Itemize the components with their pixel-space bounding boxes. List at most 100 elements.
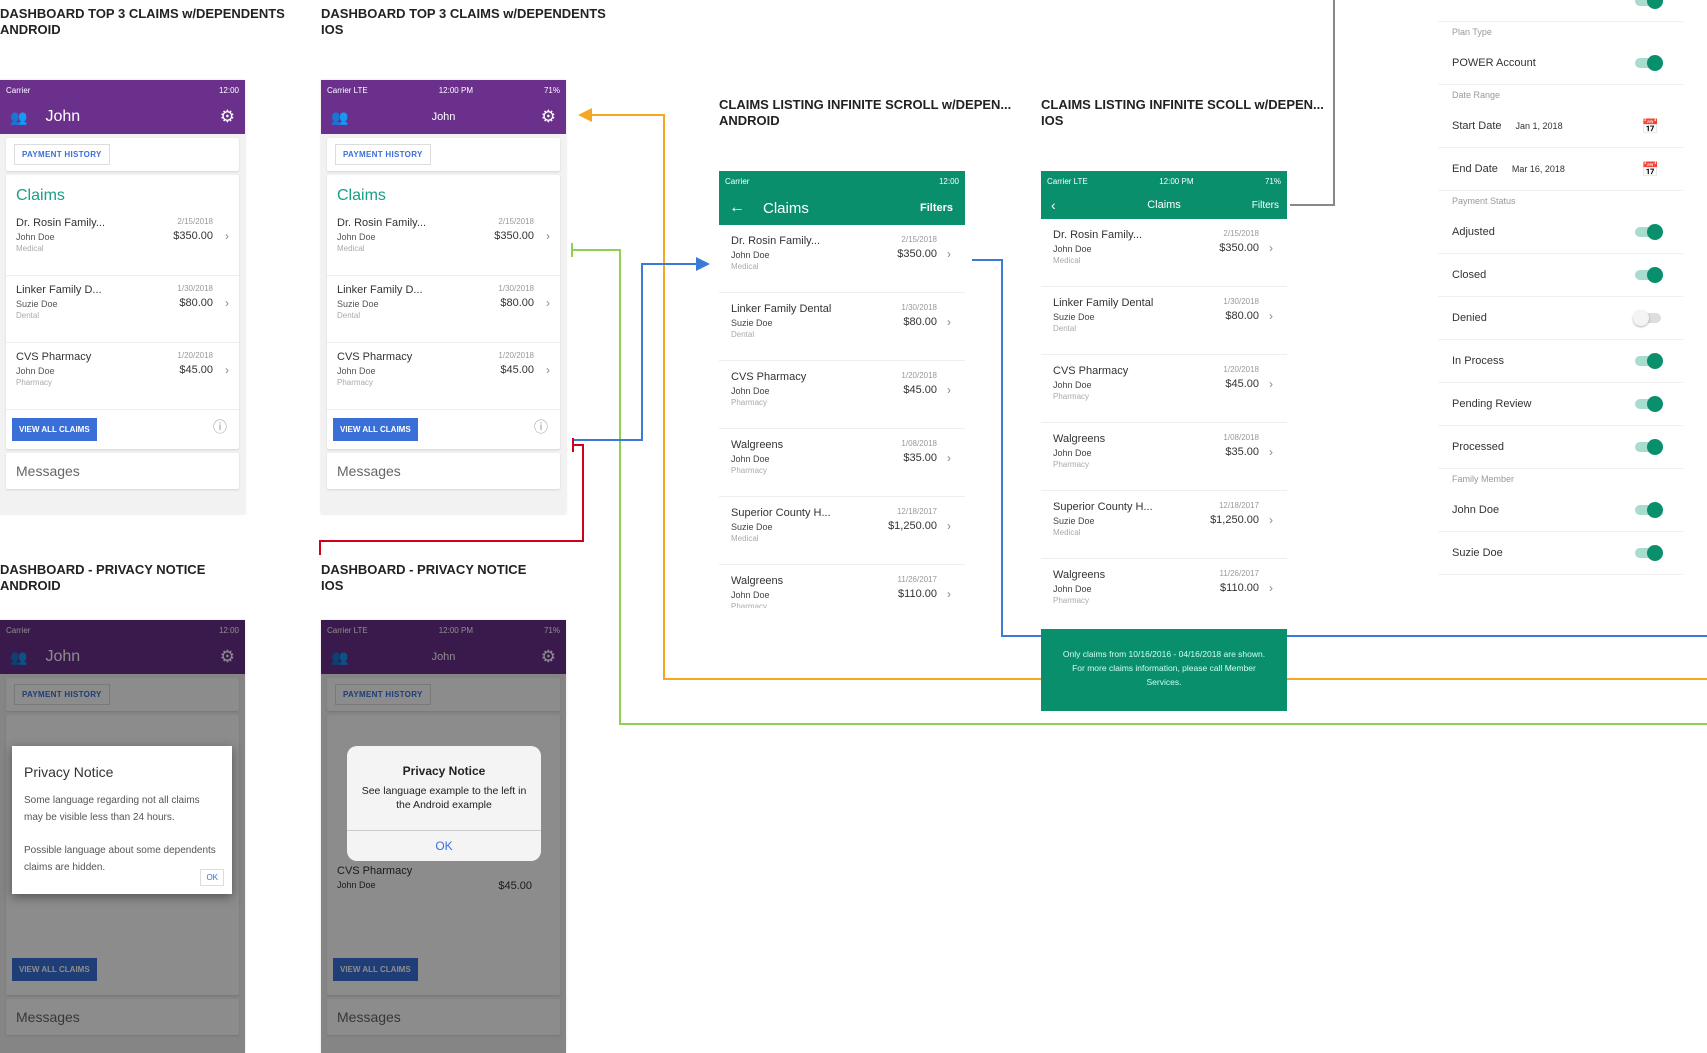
claim-row[interactable]: Walgreens John Doe Pharmacy 11/26/2017 $110.… (1041, 559, 1287, 623)
messages-label[interactable]: Messages (6, 453, 239, 489)
claim-member: John Doe (1053, 584, 1092, 594)
orange-arrowhead (578, 108, 592, 122)
calendar-icon[interactable]: 📅 (1642, 161, 1659, 178)
dialog-ok-button[interactable]: OK (200, 869, 224, 886)
chevron-right-icon[interactable]: › (225, 296, 229, 310)
claim-name: Linker Family Dental (731, 303, 832, 315)
messages-label[interactable]: Messages (327, 453, 560, 489)
start-date-row[interactable]: Start Date Jan 1, 2018 📅 (1438, 105, 1683, 148)
chevron-right-icon[interactable]: › (1269, 445, 1273, 459)
top-toggle[interactable] (1635, 0, 1663, 9)
filter-toggle[interactable] (1633, 310, 1661, 326)
claim-row[interactable]: Linker Family D... Suzie Doe Dental 1/30/20… (6, 276, 239, 343)
people-icon[interactable]: 👥 (10, 109, 27, 126)
claim-row[interactable]: Linker Family D... Suzie Doe Dental 1/30/20… (327, 276, 560, 343)
filter-toggle[interactable] (1635, 353, 1663, 369)
gear-icon[interactable]: ⚙ (220, 107, 235, 127)
chevron-right-icon[interactable]: › (1269, 513, 1273, 527)
claim-row[interactable]: Linker Family Dental Suzie Doe Dental 1/30/… (1041, 287, 1287, 355)
filter-toggle-row[interactable]: In Process (1438, 340, 1683, 383)
chevron-right-icon[interactable]: › (1269, 377, 1273, 391)
heading-dashboard-ios: DASHBOARD TOP 3 CLAIMS w/DEPENDENTS IOS (321, 6, 606, 37)
chevron-right-icon[interactable]: › (947, 383, 951, 397)
chevron-right-icon[interactable]: › (225, 363, 229, 377)
claim-type: Pharmacy (337, 378, 374, 387)
claim-row[interactable]: CVS Pharmacy John Doe Pharmacy 1/20/2018 $45… (719, 361, 965, 429)
filter-toggle-row[interactable]: Pending Review (1438, 383, 1683, 426)
claim-row[interactable]: Superior County H... Suzie Doe Medical 12/1… (719, 497, 965, 565)
chevron-right-icon[interactable]: › (225, 229, 229, 243)
chevron-right-icon[interactable]: › (546, 363, 550, 377)
view-all-claims-button[interactable]: VIEW ALL CLAIMS (12, 418, 97, 441)
chevron-right-icon[interactable]: › (947, 247, 951, 261)
claim-row[interactable]: CVS Pharmacy John Doe Pharmacy 1/20/2018 $45… (1041, 355, 1287, 423)
claim-row[interactable]: Superior County H... Suzie Doe Medical 12/1… (1041, 491, 1287, 559)
chevron-right-icon[interactable]: › (947, 315, 951, 329)
claim-date: 1/08/2018 (1223, 433, 1259, 442)
chevron-right-icon[interactable]: › (546, 296, 550, 310)
claim-name: CVS Pharmacy (337, 351, 413, 363)
filter-toggle[interactable] (1635, 267, 1663, 283)
claim-member: John Doe (731, 590, 770, 600)
people-icon[interactable]: 👥 (331, 109, 348, 126)
back-arrow-icon[interactable]: ← (729, 199, 745, 217)
claim-name: Walgreens (1053, 433, 1106, 445)
claim-row[interactable]: Dr. Rosin Family... John Doe Medical 2/15/2… (1041, 219, 1287, 287)
claim-type: Medical (731, 534, 759, 543)
chevron-right-icon[interactable]: › (1269, 241, 1273, 255)
claim-row[interactable]: Walgreens John Doe Pharmacy 11/26/2017 $110.… (719, 565, 965, 608)
filter-toggle[interactable] (1635, 439, 1663, 455)
chevron-right-icon[interactable]: › (947, 587, 951, 601)
claim-name: Linker Family D... (16, 284, 102, 296)
chevron-right-icon[interactable]: › (546, 229, 550, 243)
calendar-icon[interactable]: 📅 (1642, 118, 1659, 135)
gear-icon[interactable]: ⚙ (541, 107, 556, 127)
filter-toggle-row[interactable]: Suzie Doe (1438, 532, 1683, 575)
payment-history-button[interactable]: PAYMENT HISTORY (335, 144, 431, 165)
info-icon[interactable]: ⓘ (534, 417, 548, 437)
claim-row[interactable]: Walgreens John Doe Pharmacy 1/08/2018 $35.00… (1041, 423, 1287, 491)
dialog-ok-button[interactable]: OK (347, 830, 541, 861)
back-chevron-icon[interactable]: ‹ (1051, 197, 1056, 213)
claim-type: Medical (1053, 528, 1081, 537)
claim-member: John Doe (731, 454, 770, 464)
power-account-toggle[interactable] (1635, 55, 1663, 71)
end-date-value[interactable]: Mar 16, 2018 (1512, 164, 1565, 174)
chevron-right-icon[interactable]: › (947, 519, 951, 533)
listing-title: Claims (1147, 199, 1181, 211)
filter-toggle-row[interactable]: John Doe (1438, 489, 1683, 532)
filter-toggle[interactable] (1635, 224, 1663, 240)
claim-member: Suzie Doe (1053, 312, 1095, 322)
payment-history-button[interactable]: PAYMENT HISTORY (14, 144, 110, 165)
power-account-row[interactable]: POWER Account (1438, 42, 1683, 85)
chevron-right-icon[interactable]: › (1269, 581, 1273, 595)
start-date-value[interactable]: Jan 1, 2018 (1516, 121, 1563, 131)
claim-date: 1/08/2018 (901, 439, 937, 448)
filters-button[interactable]: Filters (1252, 200, 1279, 211)
claim-row[interactable]: Dr. Rosin Family... John Doe Medical 2/15/2… (327, 209, 560, 276)
claim-date: 12/18/2017 (1218, 501, 1259, 510)
end-date-row[interactable]: End Date Mar 16, 2018 📅 (1438, 148, 1683, 191)
claim-row[interactable]: CVS Pharmacy John Doe Pharmacy 1/20/2018 $45… (6, 343, 239, 410)
claim-row[interactable]: CVS Pharmacy John Doe Pharmacy 1/20/2018 $45… (327, 343, 560, 410)
filters-button[interactable]: Filters (920, 202, 953, 214)
claim-amount: $45.00 (1225, 378, 1259, 390)
view-all-claims-button[interactable]: VIEW ALL CLAIMS (333, 418, 418, 441)
chevron-right-icon[interactable]: › (947, 451, 951, 465)
filter-toggle[interactable] (1635, 396, 1663, 412)
filter-toggle-row[interactable]: Adjusted (1438, 211, 1683, 254)
filter-toggle[interactable] (1635, 545, 1663, 561)
chevron-right-icon[interactable]: › (1269, 309, 1273, 323)
info-icon[interactable]: ⓘ (213, 417, 227, 437)
claim-amount: $35.00 (1225, 446, 1259, 458)
filter-toggle-row[interactable]: Processed (1438, 426, 1683, 469)
filter-toggle-row[interactable]: Closed (1438, 254, 1683, 297)
filter-toggle[interactable] (1635, 502, 1663, 518)
claim-row[interactable]: Dr. Rosin Family... John Doe Medical 2/15/2… (719, 225, 965, 293)
claim-name: Dr. Rosin Family... (1053, 229, 1143, 241)
claim-row[interactable]: Linker Family Dental Suzie Doe Dental 1/30/… (719, 293, 965, 361)
filter-toggle-row[interactable]: Denied (1438, 297, 1683, 340)
family-member-label: Family Member (1452, 474, 1515, 484)
claim-row[interactable]: Walgreens John Doe Pharmacy 1/08/2018 $35.00… (719, 429, 965, 497)
claim-row[interactable]: Dr. Rosin Family... John Doe Medical 2/15/2… (6, 209, 239, 276)
